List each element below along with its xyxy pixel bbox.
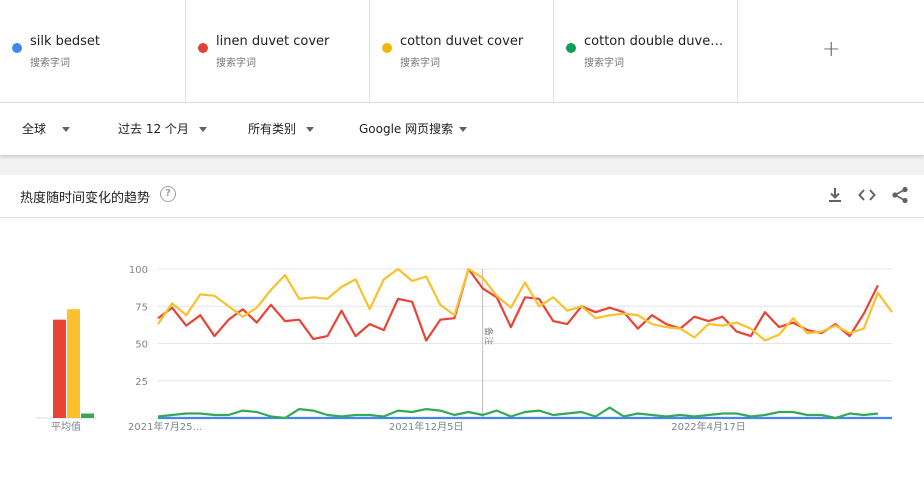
trend-chart: 25 50 75 100 2021年7月25… 2021年12月5日 2022年4月17日 备… <box>36 265 893 433</box>
y-tick-label: 25 <box>135 377 148 388</box>
y-tick-label: 75 <box>135 302 148 313</box>
term-name: cotton duvet cover <box>400 34 524 49</box>
term-cotton-double-duvet[interactable]: cotton double duve… 搜索字词 <box>554 0 738 103</box>
term-type: 搜索字词 <box>400 58 440 69</box>
series-line <box>157 267 893 342</box>
filter-bar: 全球 过去 12 个月 所有类别 Google 网页搜索 <box>0 103 924 155</box>
plus-icon: + <box>822 37 841 62</box>
term-color-dot <box>382 43 392 53</box>
search-type-dropdown[interactable]: Google 网页搜索 <box>359 120 468 137</box>
series-line <box>157 267 879 342</box>
term-linen-duvet-cover[interactable]: linen duvet cover 搜索字词 <box>186 0 370 103</box>
average-bar <box>53 319 66 418</box>
interest-over-time-card: 热度随时间变化的趋势 ? 25 50 75 100 2021年7月25… 2021年12月… <box>0 175 924 487</box>
term-color-dot <box>566 43 576 53</box>
dropdown-caret-icon <box>459 127 468 132</box>
term-type: 搜索字词 <box>30 58 70 69</box>
average-label: 平均值 <box>51 420 81 433</box>
term-color-dot <box>198 43 208 53</box>
y-tick-label: 50 <box>135 340 148 351</box>
add-term-button[interactable]: + <box>738 0 924 103</box>
category-label: 所有类别 <box>248 122 297 136</box>
time-range-label: 过去 12 个月 <box>118 122 189 136</box>
term-color-dot <box>12 43 22 53</box>
term-name: silk bedset <box>30 34 101 49</box>
term-cotton-duvet-cover[interactable]: cotton duvet cover 搜索字词 <box>370 0 554 103</box>
note-marker-label: 备注 <box>483 327 495 345</box>
average-bar <box>81 413 94 418</box>
term-silk-bedset[interactable]: silk bedset 搜索字词 <box>0 0 186 103</box>
dropdown-caret-icon <box>198 127 207 132</box>
search-terms-bar: silk bedset 搜索字词 linen duvet cover 搜索字词 … <box>0 0 924 103</box>
x-tick-label: 2021年12月5日 <box>389 420 464 433</box>
series-line <box>157 406 879 420</box>
term-name: cotton double duve… <box>584 34 724 49</box>
dropdown-caret-icon <box>306 127 315 132</box>
region-dropdown[interactable]: 全球 <box>22 120 71 137</box>
x-tick-label: 2022年4月17日 <box>671 420 746 433</box>
average-bar <box>67 309 80 418</box>
y-tick-label: 100 <box>129 265 148 276</box>
term-name: linen duvet cover <box>216 34 330 49</box>
term-type: 搜索字词 <box>216 58 256 69</box>
search-type-label: Google 网页搜索 <box>359 122 454 136</box>
time-range-dropdown[interactable]: 过去 12 个月 <box>118 120 207 137</box>
term-type: 搜索字词 <box>584 58 624 69</box>
x-tick-label: 2021年7月25… <box>128 420 203 433</box>
region-label: 全球 <box>22 122 47 136</box>
dropdown-caret-icon <box>62 127 71 132</box>
category-dropdown[interactable]: 所有类别 <box>248 120 315 137</box>
